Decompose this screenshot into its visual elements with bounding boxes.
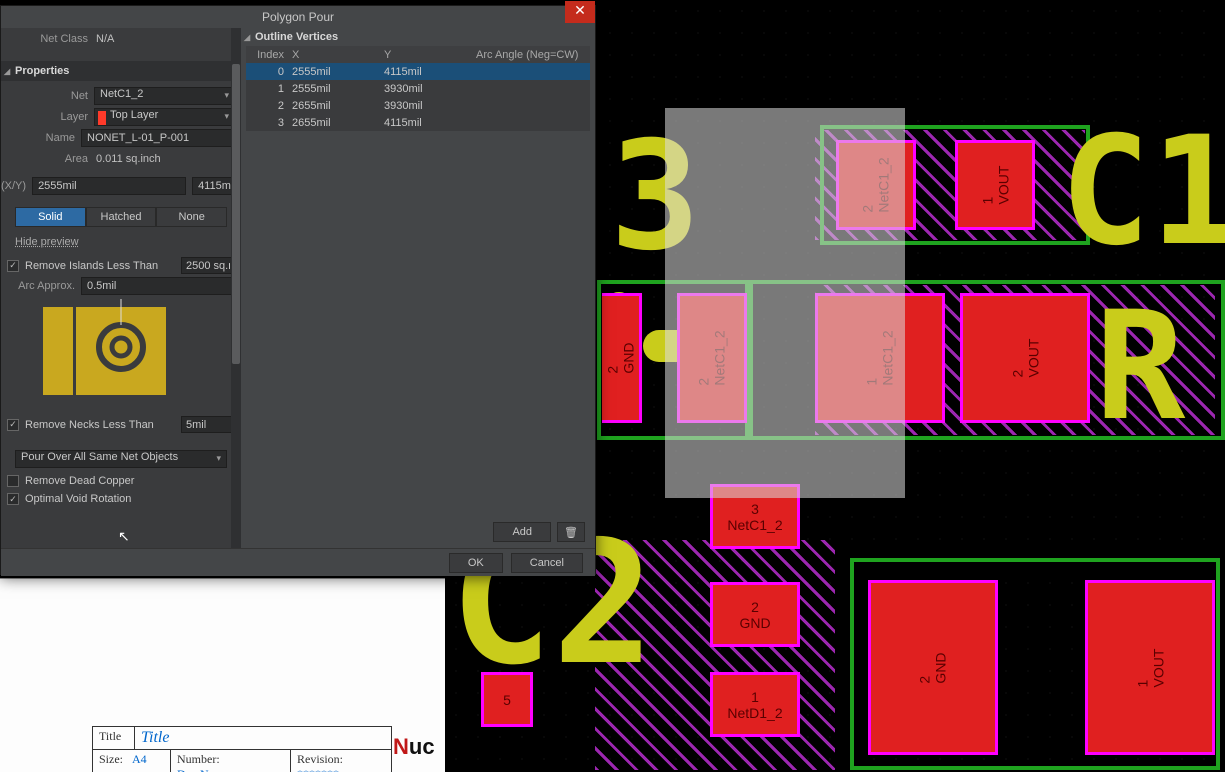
cancel-button[interactable]: Cancel <box>511 553 583 573</box>
title-label: Title <box>93 727 135 749</box>
close-button[interactable]: ✕ <box>565 1 595 23</box>
dialog-titlebar[interactable]: Polygon Pour ✕ <box>1 6 595 28</box>
preview-graphic-icon <box>31 299 211 409</box>
ok-button[interactable]: OK <box>449 553 503 573</box>
remove-necks-value[interactable] <box>181 416 235 433</box>
mouse-cursor-icon: ↖ <box>118 528 130 545</box>
arc-approx-label: Arc Approx. <box>1 280 81 292</box>
col-y: Y <box>384 49 476 61</box>
remove-dead-copper-checkbox[interactable] <box>7 475 19 487</box>
pad[interactable]: 2GND <box>710 582 800 647</box>
remove-islands-checkbox[interactable] <box>7 260 19 272</box>
pad[interactable]: 1VOUT <box>1085 580 1215 755</box>
net-combo[interactable]: NetC1_2 <box>94 87 235 105</box>
silkscreen-text: R <box>1095 280 1185 454</box>
fill-mode-solid[interactable]: Solid <box>15 207 86 227</box>
area-label: Area <box>1 153 94 165</box>
optimal-void-rotation-label: Optimal Void Rotation <box>25 493 131 505</box>
number-value: Doc Num <box>177 767 224 772</box>
panel-scrollbar[interactable] <box>231 28 241 548</box>
pad[interactable]: 1VOUT <box>955 140 1035 230</box>
dialog-title: Polygon Pour <box>262 10 334 24</box>
table-row[interactable]: 2 2655mil 3930mil <box>246 97 590 114</box>
x-input[interactable] <box>32 177 186 195</box>
schematic-sheet[interactable]: Title Title Size: A4 Number: Doc Num Rev… <box>0 578 445 772</box>
remove-islands-label: Remove Islands Less Than <box>25 260 158 272</box>
net-class-label: Net Class <box>1 33 94 45</box>
properties-panel: Net Class N/A Properties Net NetC1_2 Lay… <box>1 28 241 548</box>
outline-section-header[interactable]: Outline Vertices <box>241 28 595 46</box>
table-row[interactable]: 1 2555mil 3930mil <box>246 80 590 97</box>
col-index: Index <box>250 49 292 61</box>
silkscreen-text: C1 <box>1060 105 1225 279</box>
remove-necks-checkbox[interactable] <box>7 419 19 431</box>
fill-mode-hatched[interactable]: Hatched <box>86 207 157 227</box>
polygon-pour-dialog: Polygon Pour ✕ Net Class N/A Properties … <box>0 5 596 575</box>
name-input[interactable] <box>81 129 235 147</box>
pad[interactable]: 2GND <box>868 580 998 755</box>
size-value: A4 <box>132 752 147 766</box>
optimal-void-rotation-checkbox[interactable] <box>7 493 19 505</box>
number-label: Number: <box>177 752 220 766</box>
fill-mode-none[interactable]: None <box>156 207 227 227</box>
add-vertex-button[interactable]: Add <box>493 522 551 542</box>
dialog-footer: OK Cancel <box>1 548 595 576</box>
table-header: Index X Y Arc Angle (Neg=CW) <box>246 46 590 63</box>
arc-approx-input[interactable] <box>81 277 235 295</box>
delete-vertex-button[interactable]: 🗑 <box>557 522 585 542</box>
properties-section-header[interactable]: Properties <box>1 61 241 81</box>
net-label: Net <box>1 90 94 102</box>
revision-label: Revision: <box>297 752 343 766</box>
name-label: Name <box>1 132 81 144</box>
remove-dead-copper-label: Remove Dead Copper <box>25 475 134 487</box>
logo: Nuc <box>393 734 435 760</box>
selection-overlay <box>665 108 905 498</box>
remove-necks-label: Remove Necks Less Than <box>25 419 154 431</box>
col-x: X <box>292 49 384 61</box>
pad[interactable]: 5 <box>481 672 533 727</box>
scrollbar-thumb[interactable] <box>232 64 240 364</box>
col-arc: Arc Angle (Neg=CW) <box>476 49 586 61</box>
vertices-table[interactable]: Index X Y Arc Angle (Neg=CW) 0 2555mil 4… <box>246 46 590 131</box>
xy-label: (X/Y) <box>1 180 32 192</box>
title-value: Title <box>135 727 391 749</box>
hide-preview-link[interactable]: Hide preview <box>15 236 79 248</box>
layer-label: Layer <box>1 111 94 123</box>
revision-value: ******* <box>297 767 339 772</box>
table-row[interactable]: 3 2655mil 4115mil <box>246 114 590 131</box>
table-row[interactable]: 0 2555mil 4115mil <box>246 63 590 80</box>
size-label: Size: <box>99 752 123 766</box>
layer-combo[interactable]: Top Layer <box>94 108 235 126</box>
fill-mode-segment: Solid Hatched None <box>15 207 227 227</box>
pour-over-combo[interactable]: Pour Over All Same Net Objects <box>15 450 227 468</box>
outline-vertices-panel: Outline Vertices Index X Y Arc Angle (Ne… <box>241 28 595 548</box>
net-class-value: N/A <box>94 33 114 45</box>
pad[interactable]: 1NetD1_2 <box>710 672 800 737</box>
title-block: Title Title Size: A4 Number: Doc Num Rev… <box>92 726 392 772</box>
remove-islands-value[interactable] <box>181 257 235 274</box>
close-icon: ✕ <box>574 2 586 18</box>
layer-swatch-icon <box>98 111 106 125</box>
trash-icon: 🗑 <box>564 526 578 539</box>
pour-preview <box>31 299 211 409</box>
pad[interactable]: 2VOUT <box>960 293 1090 423</box>
pad[interactable]: 2GND <box>602 293 642 423</box>
area-value: 0.011 sq.inch <box>94 153 161 165</box>
